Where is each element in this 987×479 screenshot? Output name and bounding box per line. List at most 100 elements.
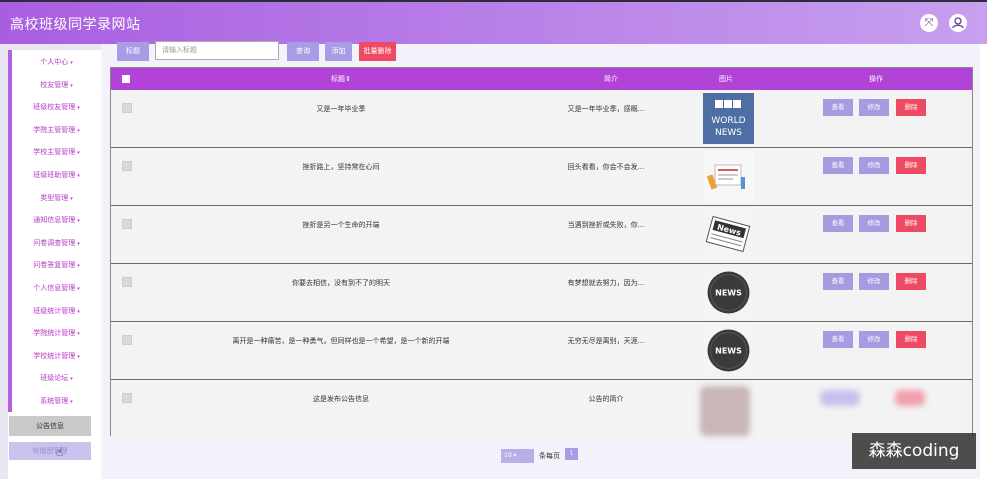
sidebar-item-label: 个人信息管理 — [33, 284, 76, 292]
sidebar-item[interactable]: 个人信息管理 ▾ — [12, 277, 101, 300]
select-all-checkbox[interactable] — [122, 75, 130, 83]
sidebar-item-carousel[interactable]: 轮播图管理 — [9, 442, 91, 460]
sidebar-item[interactable]: 班级班助管理 ▾ — [12, 164, 101, 187]
delete-button[interactable]: 删除 — [896, 215, 926, 232]
sidebar-item[interactable]: 个人中心 ▾ — [12, 51, 101, 74]
row-thumbnail[interactable]: NEWS — [703, 325, 754, 376]
edit-button[interactable]: 修改 — [859, 215, 889, 232]
sidebar-item-label: 班级班助管理 — [33, 171, 76, 179]
sidebar-item[interactable]: 学院统计管理 ▾ — [12, 322, 101, 345]
sidebar-item[interactable]: 班级论坛 ▾ — [12, 367, 101, 390]
watermark: 森森coding — [852, 433, 976, 469]
page-size-select[interactable]: 10 ▾ — [501, 449, 534, 463]
row-title: 离开是一种痛苦，是一种勇气，但同样也是一个希望，是一个新的开端 — [232, 337, 450, 345]
svg-text:NEWS: NEWS — [715, 289, 742, 298]
sidebar-item-label: 班级统计管理 — [33, 306, 76, 315]
faded-view-button — [820, 390, 860, 406]
chevron-down-icon: ▾ — [77, 127, 80, 134]
sidebar-item[interactable]: 学院主管管理 ▾ — [12, 119, 101, 142]
chevron-down-icon: ▾ — [70, 399, 73, 405]
sidebar-item[interactable]: 班级校友管理 ▾ — [12, 96, 101, 119]
row-checkbox[interactable] — [122, 277, 132, 287]
query-button[interactable]: 查询 — [287, 42, 319, 61]
row-summary: 当遇到挫折或失败，你... — [567, 221, 645, 229]
edit-button[interactable]: 修改 — [859, 273, 889, 290]
delete-button[interactable]: 删除 — [896, 273, 926, 290]
chevron-down-icon: ▾ — [77, 353, 80, 360]
sidebar-item[interactable]: 班级统计管理 ▾ — [12, 300, 101, 323]
row-thumbnail[interactable]: WORLD NEWS — [703, 93, 754, 144]
delete-button[interactable]: 删除 — [896, 157, 926, 174]
table-row: 挫折路上，坚持常在心间 回头看看，你会不会发... 查看 修改 删除 — [111, 148, 972, 206]
chevron-down-icon: ▾ — [70, 82, 73, 89]
batch-delete-button[interactable]: 批量删除 — [359, 42, 396, 61]
table-row: 这是发布公告信息 公告的简介 — [111, 380, 972, 436]
svg-text:NEWS: NEWS — [715, 128, 742, 138]
mouse-cursor-icon: ☝ — [56, 445, 64, 459]
chevron-down-icon: ▾ — [70, 376, 73, 383]
delete-button[interactable]: 删除 — [896, 331, 926, 348]
sidebar-item[interactable]: 学校主管管理 ▾ — [12, 141, 101, 164]
view-button[interactable]: 查看 — [823, 99, 853, 116]
sidebar-item[interactable]: 类型管理 ▾ — [12, 187, 101, 210]
sidebar-item-label: 问卷调查管理 — [33, 238, 76, 247]
row-checkbox[interactable] — [122, 161, 132, 171]
row-summary: 又是一年毕业季，感概... — [567, 105, 645, 113]
sidebar-item[interactable]: 系统管理 ▾ — [12, 390, 101, 413]
row-checkbox[interactable] — [122, 103, 132, 113]
edit-button[interactable]: 修改 — [859, 157, 889, 174]
edit-button[interactable]: 修改 — [859, 331, 889, 348]
col-actions: 操作 — [869, 75, 883, 83]
page-number-button[interactable]: 1 — [565, 448, 578, 460]
site-title: 高校班级同学录网站 — [10, 17, 141, 33]
sidebar-item[interactable]: 问卷答复管理 ▾ — [12, 254, 101, 277]
user-icon[interactable] — [949, 14, 967, 32]
chevron-down-icon: ▾ — [77, 331, 80, 338]
per-page-label: 条每页 — [539, 452, 560, 460]
sidebar-item-label: 班级论坛 — [40, 374, 69, 383]
chevron-down-icon: ▾ — [77, 105, 80, 112]
view-button[interactable]: 查看 — [823, 157, 853, 174]
view-button[interactable]: 查看 — [823, 331, 853, 348]
chevron-down-icon: ▾ — [77, 218, 80, 225]
row-summary: 无穷无尽是离别，天涯... — [567, 337, 645, 345]
sidebar-item-announcements[interactable]: 公告信息 — [9, 416, 91, 436]
sidebar-item-label: 学校统计管理 — [33, 351, 76, 360]
row-title: 你要去相信，没有到不了的明天 — [292, 279, 390, 287]
expand-icon[interactable]: ⤧ — [920, 14, 938, 32]
sidebar-item-label: 个人中心 — [40, 58, 69, 66]
sidebar-item-label: 系统管理 — [40, 397, 69, 405]
row-thumbnail[interactable]: NEWS — [703, 267, 754, 318]
edit-button[interactable]: 修改 — [859, 99, 889, 116]
announcement-table: 标题⇕ 简介 图片 操作 又是一年毕业季 又是一年毕业季，感概... WORLD NE… — [110, 67, 973, 436]
sidebar-item[interactable]: 学校统计管理 ▾ — [12, 345, 101, 368]
row-title: 挫折是另一个生命的开端 — [302, 221, 380, 229]
sidebar-item-label: 问卷答复管理 — [33, 261, 76, 270]
chevron-down-icon: ▾ — [77, 263, 80, 270]
row-checkbox[interactable] — [122, 393, 132, 403]
svg-text:NEWS: NEWS — [715, 347, 742, 356]
col-title[interactable]: 标题⇕ — [291, 68, 391, 90]
row-thumbnail[interactable]: News — [703, 209, 754, 260]
table-row: 你要去相信，没有到不了的明天 有梦想就去努力，因为... NEWS 查看 修改 删除 — [111, 264, 972, 322]
sidebar-item-label: 班级校友管理 — [33, 103, 76, 112]
row-thumbnail[interactable] — [703, 151, 754, 202]
row-checkbox[interactable] — [122, 219, 132, 229]
sidebar-item[interactable]: 问卷调查管理 ▾ — [12, 232, 101, 255]
chevron-down-icon: ▾ — [70, 60, 73, 66]
scroll-strip — [980, 44, 987, 479]
sidebar-item-label: 通知信息管理 — [33, 216, 76, 225]
col-image: 图片 — [719, 75, 733, 83]
row-title: 挫折路上，坚持常在心间 — [302, 163, 380, 171]
row-summary: 公告的简介 — [588, 395, 624, 403]
sidebar-item-label: 校友管理 — [40, 80, 69, 89]
sidebar-item[interactable]: 校友管理 ▾ — [12, 74, 101, 97]
title-search-input[interactable]: 请输入标题 — [155, 41, 279, 60]
delete-button[interactable]: 删除 — [896, 99, 926, 116]
sidebar-item[interactable]: 通知信息管理 ▾ — [12, 209, 101, 232]
view-button[interactable]: 查看 — [823, 215, 853, 232]
view-button[interactable]: 查看 — [823, 273, 853, 290]
row-checkbox[interactable] — [122, 335, 132, 345]
top-header: 高校班级同学录网站 ⤧ — [0, 0, 987, 44]
add-button[interactable]: 添加 — [325, 42, 352, 61]
